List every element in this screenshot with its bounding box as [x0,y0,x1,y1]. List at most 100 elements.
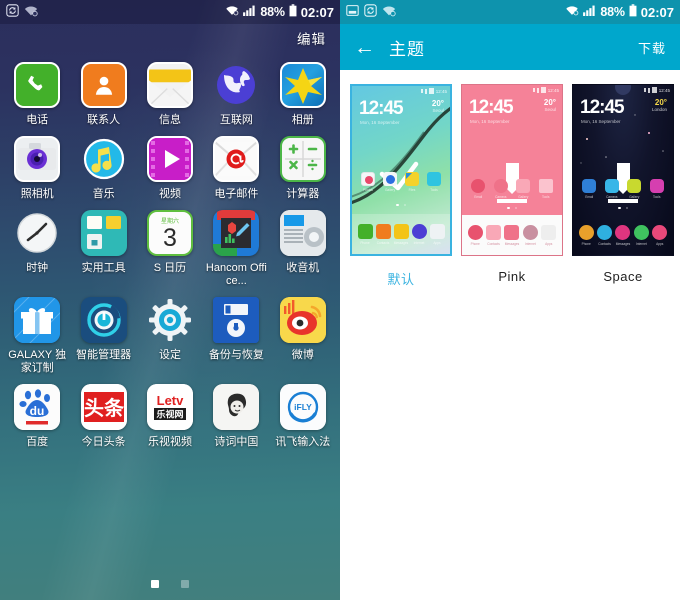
right-status-bar: 88% 02:07 [340,0,680,24]
app-label: 相册 [291,114,314,126]
battery-percent: 88% [260,5,285,19]
sync-icon [6,4,19,20]
theme-temp: 20° [543,98,556,107]
app-label: 智能管理器 [76,349,132,361]
app-item[interactable]: 实用工具 [70,210,136,288]
calendar-day: 3 [163,223,177,252]
app-item[interactable]: 头条 今日头条 [70,384,136,449]
shici-china-icon [213,384,260,430]
svg-text:Letv: Letv [157,393,185,408]
status-time: 02:07 [640,4,674,20]
calendar-icon: 星期六 3 [146,210,193,256]
video-play-icon [146,136,193,182]
app-label: 百度 [26,436,49,448]
sync-icon [364,4,377,20]
wifi-alert-icon [24,5,38,20]
page-title: 主题 [389,39,425,59]
app-label: 微博 [291,349,314,361]
app-item[interactable]: 收音机 [270,210,336,288]
battery-icon [629,4,637,20]
app-label: 备份与恢复 [208,349,264,361]
battery-percent: 88% [600,5,625,19]
music-note-icon [81,136,127,182]
app-item[interactable]: Hancom Office... [203,210,269,288]
app-label: 视频 [158,188,181,200]
app-item[interactable]: 备份与恢复 [203,297,269,375]
app-item[interactable]: 星期六 3 S 日历 [137,210,203,288]
gift-icon [14,297,61,343]
app-item[interactable]: 联系人 [70,62,136,127]
svg-text:头条: 头条 [84,396,125,420]
app-item[interactable]: 电话 [4,62,70,127]
theme-list: 12:45 12:45 Mon, 16 September 20° Seoul … [340,70,680,288]
theme-city: Seoul [544,107,556,112]
app-item[interactable]: 视频 [137,136,203,201]
edit-bar: 编辑 [0,24,340,56]
app-item[interactable]: 照相机 [4,136,70,201]
app-item[interactable]: 相册 [270,62,336,127]
right-phone-themes: 88% 02:07 ← 主题 下载 12:45 12:45 Mon, 16 Se… [340,0,680,600]
wifi-icon [225,5,239,19]
backup-restore-icon [213,297,260,343]
theme-item-space[interactable]: 12:45 12:45 Mon, 16 September 20° London… [572,84,674,288]
app-grid: 电话 联系人 信息 互联网 相册 照相机 音乐 视频 电子邮件 计算器 时钟 实… [0,56,340,449]
theme-city: London [651,107,667,112]
app-item[interactable]: du 百度 [4,384,70,449]
theme-item-default[interactable]: 12:45 12:45 Mon, 16 September 20° Seoul … [350,84,452,288]
theme-clock: 12:45 [580,97,625,118]
app-item[interactable]: 诗词中国 [203,384,269,449]
app-label: 今日头条 [81,436,126,448]
app-label: 乐视视频 [147,436,192,448]
theme-thumbnail[interactable]: 12:45 12:45 Mon, 16 September 20° Seoul … [350,84,452,256]
app-label: 互联网 [219,114,253,126]
app-label: S 日历 [153,262,187,274]
app-label: 计算器 [286,188,320,200]
clock-icon [14,210,60,256]
app-item[interactable]: iFLY 讯飞输入法 [270,384,336,449]
download-button[interactable]: 下载 [638,38,666,57]
theme-thumbnail[interactable]: 12:45 12:45 Mon, 16 September 20° London… [572,84,674,256]
email-icon [213,136,260,182]
app-label: 信息 [158,114,181,126]
app-item[interactable]: Letv 乐视网 乐视视频 [137,384,203,449]
app-label: 实用工具 [81,262,126,274]
internet-globe-icon [213,62,259,108]
app-label: 照相机 [20,188,54,200]
svg-text:iFLY: iFLY [294,402,312,412]
app-label: 诗词中国 [214,436,259,448]
app-item[interactable]: 设定 [137,297,203,375]
smart-manager-icon [80,297,127,343]
app-item[interactable]: 计算器 [270,136,336,201]
edit-button[interactable]: 编辑 [297,28,326,48]
page-dot-active[interactable] [151,580,159,588]
app-label: 讯飞输入法 [275,436,331,448]
app-item[interactable]: 微博 [270,297,336,375]
app-label: 收音机 [286,262,320,274]
theme-label: 默认 [387,272,415,287]
dual-screenshot: 88% 02:07 编辑 电话 联系人 信息 互联网 相册 照相机 音乐 视频 … [0,0,680,600]
theme-date: Mon, 16 September [581,119,621,124]
app-label: 设定 [158,349,181,361]
page-dot[interactable] [181,580,189,588]
app-item[interactable]: 音乐 [70,136,136,201]
radio-icon [279,210,326,256]
contacts-icon [80,62,127,108]
theme-thumbnail[interactable]: 12:45 12:45 Mon, 16 September 20° Seoul … [461,84,563,256]
phone-icon [14,62,61,108]
back-arrow-icon[interactable]: ← [354,37,375,58]
app-item[interactable]: GALAXY 独家订制 [4,297,70,375]
ifly-icon: iFLY [279,384,326,430]
svg-text:du: du [30,404,45,418]
app-item[interactable]: 互联网 [203,62,269,127]
app-item[interactable]: 智能管理器 [70,297,136,375]
app-item[interactable]: 信息 [137,62,203,127]
app-label: 音乐 [92,188,115,200]
toutiao-icon: 头条 [80,384,127,430]
app-label: Hancom Office... [205,262,267,287]
app-item[interactable]: 时钟 [4,210,70,288]
tools-folder-icon [80,210,127,256]
left-phone-homescreen: 88% 02:07 编辑 电话 联系人 信息 互联网 相册 照相机 音乐 视频 … [0,0,340,600]
signal-bars-icon [583,5,596,19]
app-item[interactable]: 电子邮件 [203,136,269,201]
theme-item-pink[interactable]: 12:45 12:45 Mon, 16 September 20° Seoul … [461,84,563,288]
